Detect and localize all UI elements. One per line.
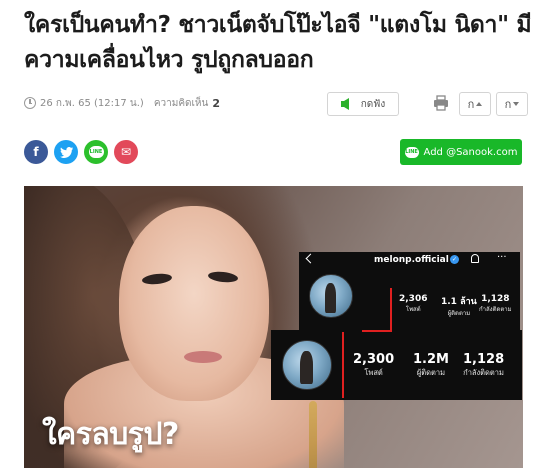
following-count: 1,128 [481,294,510,304]
followers-count: 1.1 ล้าน [441,297,477,307]
publish-date: 26 ก.พ. 65 (12:17 น.) [40,97,144,109]
more-icon: ··· [497,252,507,263]
instagram-avatar [282,340,332,390]
hero-photo-face [119,206,269,401]
instagram-posts-stat: 2,300 โพสต์ [353,352,394,379]
line-share-button[interactable]: LINE [84,140,108,164]
print-icon[interactable] [433,95,449,111]
instagram-header: melonp.official ✓ ··· [299,252,520,268]
followers-label: ผู้ติดตาม [416,368,446,377]
add-line-friend-button[interactable]: LINE Add @Sanook.com [400,139,522,165]
clock-icon [24,97,36,109]
hero-photo-lips [184,351,222,363]
following-count: 1,128 [463,352,505,367]
comment-label[interactable]: ความคิดเห็น [154,96,209,111]
instagram-posts-stat: 2,306 โพสต์ [399,294,427,314]
share-buttons: f LINE ✉ [24,140,138,164]
font-increase-button[interactable]: ก [459,92,491,116]
twitter-icon [59,146,73,158]
facebook-share-button[interactable]: f [24,140,48,164]
speaker-icon [340,98,349,110]
comment-count[interactable]: 2 [212,97,220,110]
instagram-followers-stat: 1.2M ผู้ติดตาม [413,352,449,379]
verified-badge-icon: ✓ [450,255,459,264]
red-highlight-box [362,288,392,332]
hero-photo-necklace [309,401,317,468]
red-highlight-line [342,332,344,398]
article-hero-image: melonp.official ✓ ··· 2,306 โพสต์ 1.1 ล้… [24,186,523,468]
twitter-share-button[interactable] [54,140,78,164]
posts-label: โพสต์ [364,368,383,377]
posts-count: 2,300 [353,352,395,367]
font-decrease-button[interactable]: ก [496,92,528,116]
article-title: ใครเป็นคนทำ? ชาวเน็ตจับโป๊ะไอจี "แตงโม น… [24,12,532,73]
mail-share-button[interactable]: ✉ [114,140,138,164]
back-arrow-icon [305,253,316,264]
instagram-profile-before: melonp.official ✓ ··· 2,306 โพสต์ 1.1 ล้… [299,252,520,332]
following-label: กำลังติดตาม [479,306,512,313]
instagram-profile-after: 2,300 โพสต์ 1.2M ผู้ติดตาม 1,128 กำลังติ… [271,330,522,400]
font-down-label: ก [504,98,512,111]
font-up-label: ก [467,98,475,111]
listen-button[interactable]: กดฟัง [327,92,399,116]
bell-icon [471,254,479,263]
line-icon: LINE [88,146,104,158]
hero-caption: ใครลบรูป? [42,417,179,452]
instagram-username: melonp.official [374,255,449,265]
instagram-avatar [309,274,353,318]
add-line-label: Add @Sanook.com [423,146,518,158]
posts-label: โพสต์ [405,306,421,313]
followers-label: ผู้ติดตาม [447,310,471,317]
followers-count: 1.2M [413,352,449,367]
arrow-down-icon [513,102,520,106]
instagram-following-stat: 1,128 กำลังติดตาม [463,352,504,379]
arrow-up-icon [476,102,483,106]
posts-count: 2,306 [399,294,428,304]
facebook-icon: f [33,145,39,159]
following-label: กำลังติดตาม [463,368,504,377]
listen-label: กดฟัง [360,98,386,110]
mail-icon: ✉ [120,145,132,159]
instagram-following-stat: 1,128 กำลังติดตาม [479,294,512,314]
line-icon: LINE [404,146,419,158]
article-meta: 26 ก.พ. 65 (12:17 น.) ความคิดเห็น 2 [24,92,534,114]
instagram-followers-stat: 1.1 ล้าน ผู้ติดตาม [441,294,477,318]
